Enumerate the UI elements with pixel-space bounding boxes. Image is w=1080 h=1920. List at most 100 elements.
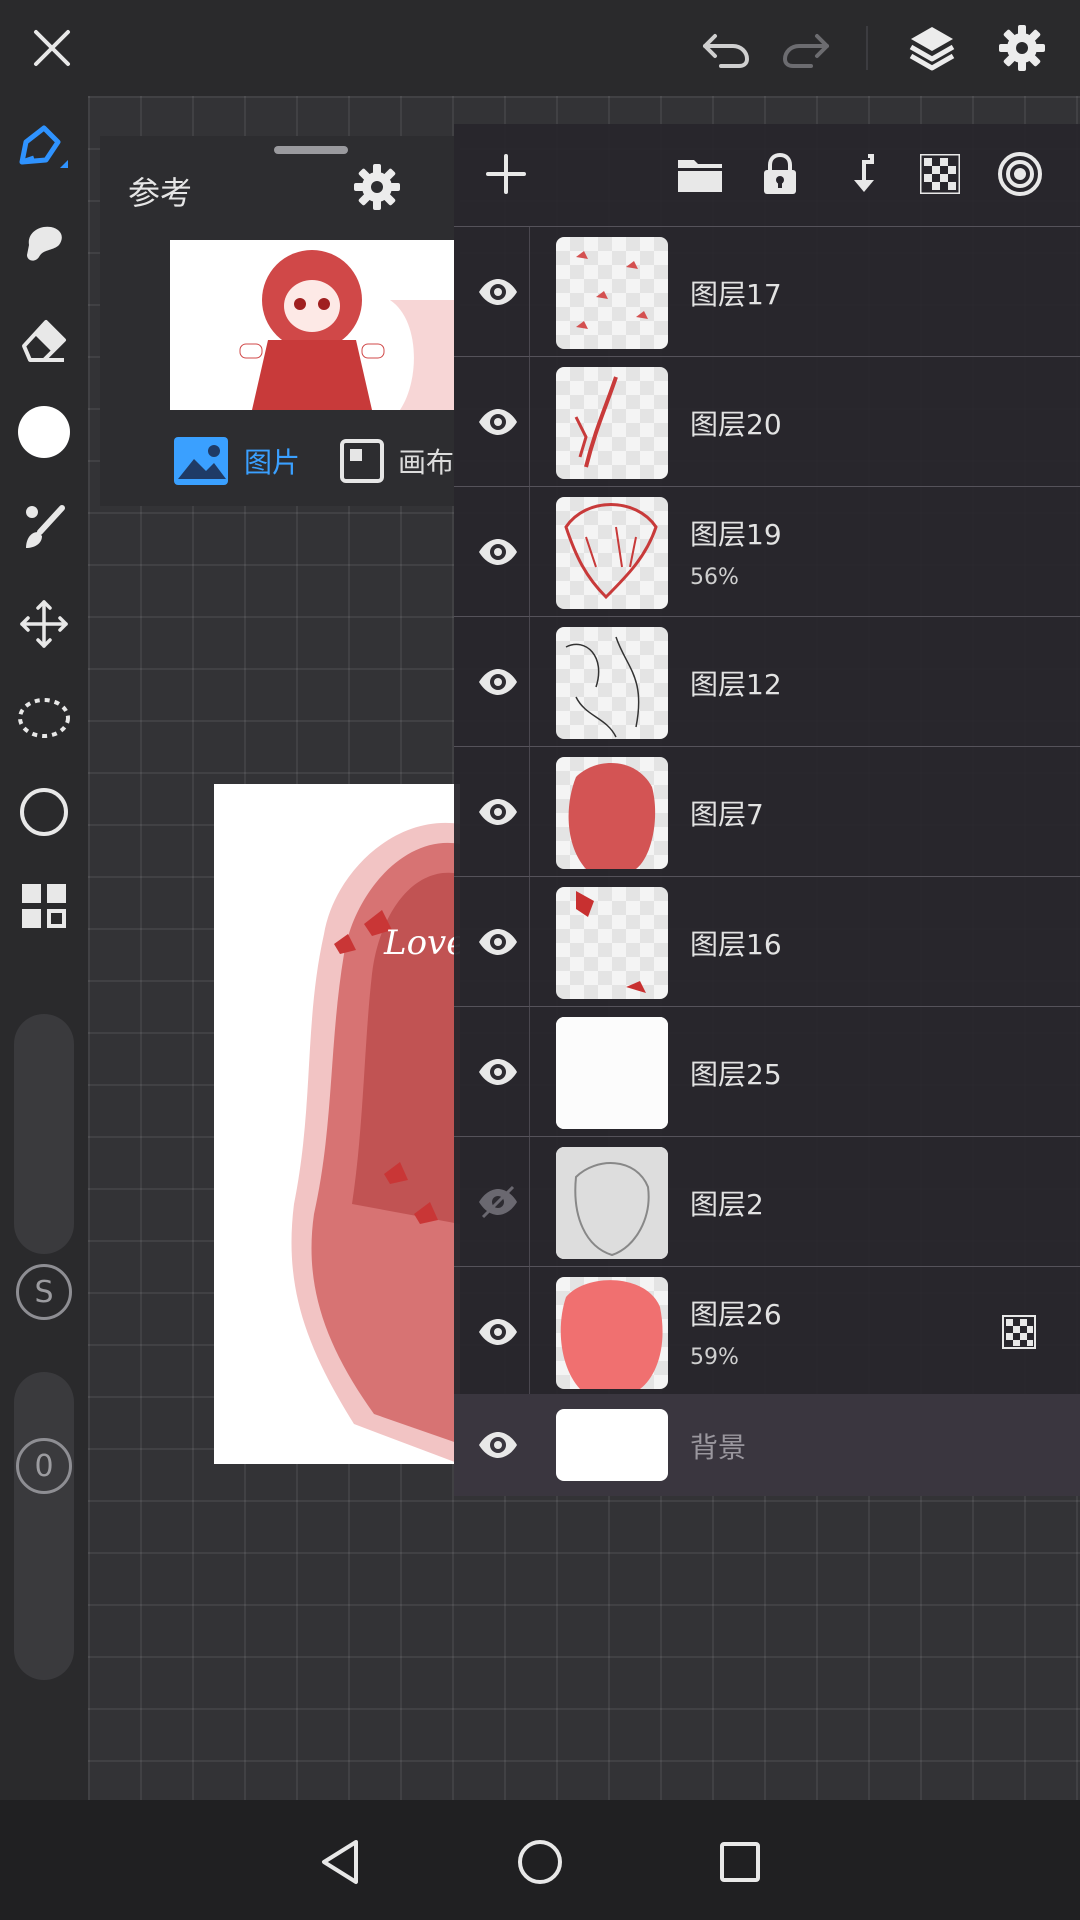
folder-icon[interactable] [672, 146, 728, 202]
layer-name: 图层16 [690, 928, 782, 961]
layer-row[interactable]: 图层16 [454, 876, 1080, 1007]
transparency-lock-icon[interactable] [912, 146, 968, 202]
layer-opacity: 59% [690, 1345, 739, 1370]
brush-size-label: 0 [34, 1448, 54, 1484]
layer-row[interactable]: 图层20 [454, 356, 1080, 487]
undo-icon[interactable] [696, 18, 756, 78]
layer-row[interactable]: 图层25 [454, 1006, 1080, 1137]
layers-icon[interactable] [902, 18, 962, 78]
layer-thumbnail [556, 367, 668, 479]
visibility-hidden-icon[interactable] [466, 1170, 530, 1234]
layer-name: 图层17 [690, 278, 782, 311]
layer-name: 图层26 [690, 1298, 782, 1331]
layer-row[interactable]: 图层7 [454, 746, 1080, 877]
reference-image[interactable] [170, 240, 454, 410]
reference-settings-gear-icon[interactable] [352, 162, 402, 212]
smudge-tool-icon[interactable] [12, 210, 76, 274]
stabilizer-badge[interactable]: S [16, 1264, 72, 1320]
reference-title: 参考 [128, 174, 193, 212]
layer-row[interactable]: 图层17 [454, 226, 1080, 357]
nav-back-icon[interactable] [308, 1830, 372, 1894]
visibility-eye-icon[interactable] [466, 1300, 530, 1364]
picture-icon [174, 437, 228, 485]
visibility-eye-icon[interactable] [466, 390, 530, 454]
lock-icon[interactable] [752, 146, 808, 202]
layer-thumbnail [556, 1147, 668, 1259]
top-bar [0, 0, 1080, 96]
visibility-eye-icon[interactable] [466, 910, 530, 974]
artboard[interactable]: Love [214, 784, 460, 1464]
row-divider [529, 227, 530, 357]
visibility-eye-icon[interactable] [466, 650, 530, 714]
more-tools-icon[interactable] [12, 874, 76, 938]
layers-toolbar [454, 124, 1080, 224]
system-nav-bar [0, 1800, 1080, 1920]
stabilizer-slider[interactable] [14, 1014, 74, 1254]
settings-gear-icon[interactable] [992, 18, 1052, 78]
canvas-icon [340, 439, 384, 483]
layer-row[interactable]: 图层26 59% [454, 1266, 1080, 1397]
brush-tool-icon[interactable] [12, 496, 76, 560]
layer-row[interactable]: 图层2 [454, 1136, 1080, 1267]
layer-row[interactable]: 图层12 [454, 616, 1080, 747]
layer-name: 图层25 [690, 1058, 782, 1091]
layer-name: 图层19 [690, 518, 782, 551]
row-divider [529, 1267, 530, 1397]
close-icon[interactable] [22, 18, 82, 78]
layer-thumbnail [556, 757, 668, 869]
row-divider [529, 617, 530, 747]
row-divider [529, 1137, 530, 1267]
left-toolbar: S 0 [0, 96, 88, 1800]
pen-tool-icon[interactable] [12, 118, 76, 182]
reference-tab-canvas[interactable]: 画布 [340, 436, 454, 486]
layer-thumbnail [556, 887, 668, 999]
layer-name: 图层7 [690, 798, 764, 831]
lasso-select-icon[interactable] [12, 686, 76, 750]
reference-tab-picture[interactable]: 图片 [174, 436, 300, 486]
brush-size-badge[interactable]: 0 [16, 1438, 72, 1494]
tab-picture-label: 图片 [244, 446, 301, 479]
row-divider [529, 877, 530, 1007]
eraser-tool-icon[interactable] [12, 306, 76, 370]
shape-tool-icon[interactable] [12, 780, 76, 844]
layer-name: 背景 [690, 1431, 747, 1464]
merge-down-icon[interactable] [832, 146, 888, 202]
move-tool-icon[interactable] [12, 592, 76, 656]
row-divider [529, 487, 530, 617]
layer-name: 图层20 [690, 408, 782, 441]
layer-row[interactable]: 图层19 56% [454, 486, 1080, 617]
clipping-mask-icon[interactable] [1002, 1315, 1036, 1349]
row-divider [529, 357, 530, 487]
artwork-illustration: Love [291, 822, 460, 1464]
row-divider [529, 1007, 530, 1137]
layer-thumbnail [556, 1017, 668, 1129]
background-layer-row[interactable]: 背景 [454, 1394, 1080, 1496]
layer-thumbnail [556, 627, 668, 739]
tab-canvas-label: 画布 [398, 446, 455, 479]
color-swatch[interactable] [12, 400, 76, 464]
nav-home-icon[interactable] [508, 1830, 572, 1894]
layer-thumbnail [556, 1409, 668, 1481]
visibility-eye-icon[interactable] [466, 260, 530, 324]
stabilizer-label: S [34, 1274, 54, 1310]
layer-thumbnail [556, 497, 668, 609]
visibility-eye-icon[interactable] [466, 1040, 530, 1104]
visibility-eye-icon[interactable] [466, 520, 530, 584]
layer-name: 图层12 [690, 668, 782, 701]
layer-name: 图层2 [690, 1188, 764, 1221]
visibility-eye-icon[interactable] [466, 1413, 530, 1477]
brush-size-slider[interactable] [14, 1372, 74, 1680]
layer-thumbnail [556, 1277, 668, 1389]
layer-thumbnail [556, 237, 668, 349]
layer-opacity: 56% [690, 565, 739, 590]
visibility-eye-icon[interactable] [466, 780, 530, 844]
layer-effects-icon[interactable] [992, 146, 1048, 202]
row-divider [529, 747, 530, 877]
reference-artwork [239, 250, 454, 410]
svg-text:Love: Love [383, 923, 460, 963]
nav-recents-icon[interactable] [708, 1830, 772, 1894]
reference-drag-handle[interactable] [274, 146, 348, 154]
add-layer-icon[interactable] [478, 146, 534, 202]
redo-icon[interactable] [776, 18, 836, 78]
toolbar-divider [866, 26, 868, 70]
